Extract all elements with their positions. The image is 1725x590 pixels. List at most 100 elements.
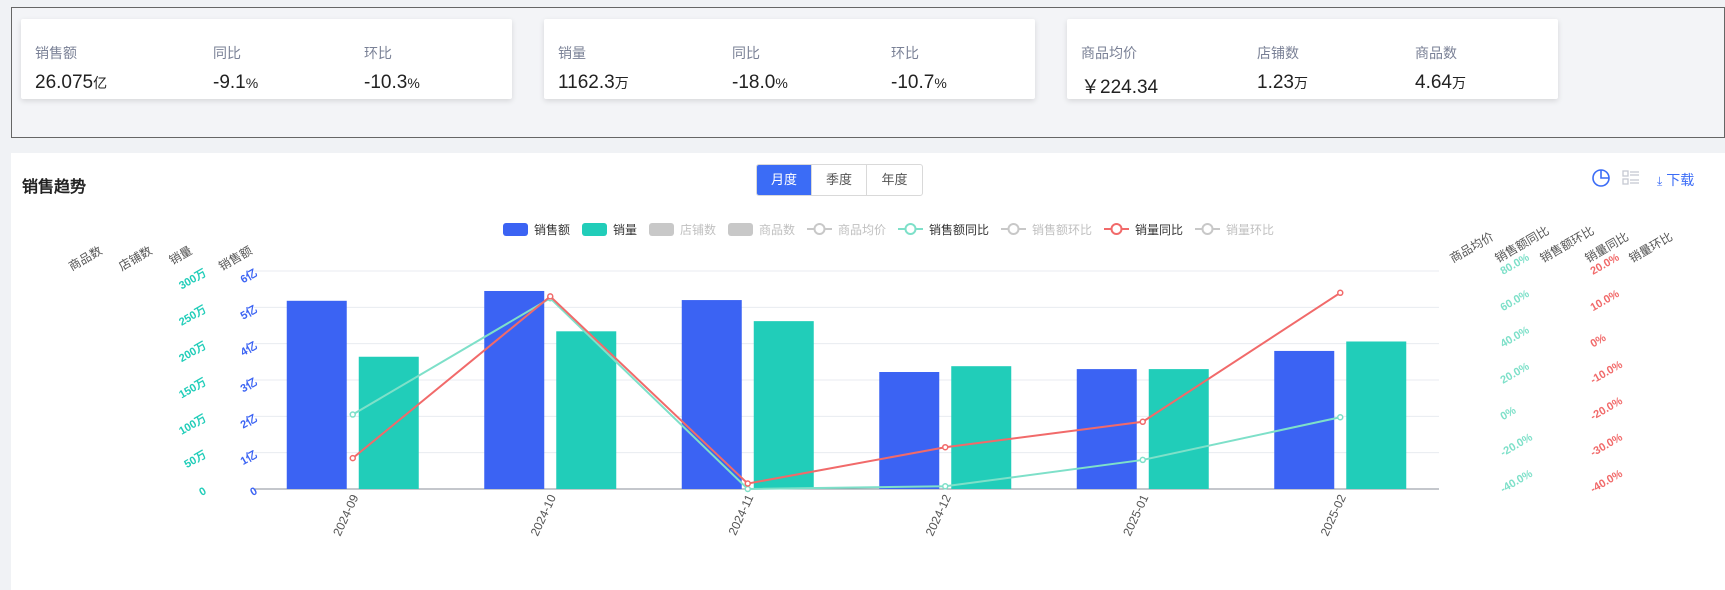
kpi-label: 同比 (732, 45, 760, 61)
line-point (942, 483, 949, 490)
y-axis-tick-label: -30.0% (1589, 431, 1625, 459)
kpi-label: 同比 (213, 45, 241, 61)
kpi-label: 店铺数 (1257, 45, 1299, 61)
legend-swatch (649, 223, 674, 236)
kpi-summary-area: 销售额 26.075亿 同比 -9.1% 环比 -10.3% 销量 1162.3… (11, 7, 1725, 138)
kpi-shop-count: 店铺数 1.23万 (1257, 43, 1308, 94)
y-axis-tick-label: 300万 (177, 266, 209, 292)
y-axis-tick-label: 6亿 (238, 265, 260, 286)
y-axis-tick-label: 0 (248, 485, 259, 498)
kpi-card-goods: 商品均价 ￥224.34 店铺数 1.23万 商品数 4.64万 (1067, 19, 1558, 99)
bar-sales (681, 300, 742, 489)
bar-volume (1148, 369, 1209, 489)
line-point (942, 443, 949, 451)
kpi-value: ￥224.34 (1081, 77, 1159, 98)
line-point (1337, 289, 1344, 297)
legend-label: 销售额环比 (1032, 222, 1092, 237)
y-axis-name: 商品数 (66, 243, 105, 274)
y-axis-tick-label: -40.0% (1499, 468, 1535, 496)
y-axis-name: 店铺数 (116, 243, 155, 274)
line-point (1337, 413, 1344, 421)
y-axis-tick-label: 4亿 (238, 338, 260, 359)
x-axis-tick-label: 2024-10 (528, 492, 559, 538)
kpi-sales-yoy: 同比 -9.1% (213, 43, 258, 94)
kpi-label: 销量 (558, 45, 586, 61)
y-axis-name: 销量 (167, 243, 195, 267)
y-axis-tick-label: 0 (197, 485, 208, 498)
bar-volume (358, 356, 419, 489)
line-point (1139, 456, 1146, 464)
y-axis-tick-label: 60.0% (1499, 288, 1532, 314)
y-axis-tick-label: 40.0% (1499, 324, 1532, 350)
y-axis-tick-label: 20.0% (1499, 361, 1532, 387)
y-axis-tick-label: -20.0% (1499, 431, 1535, 459)
y-axis-tick-label: -10.0% (1589, 359, 1625, 387)
y-axis-name: 商品均价 (1447, 229, 1496, 266)
legend-swatch (1201, 223, 1214, 235)
bar-sales (879, 372, 940, 489)
y-axis-tick-label: 5亿 (238, 302, 260, 323)
y-axis-tick-label: 2亿 (238, 411, 260, 432)
kpi-card-sales: 销售额 26.075亿 同比 -9.1% 环比 -10.3% (21, 19, 512, 99)
legend-label: 销售额 (534, 222, 570, 237)
bar-volume (1346, 341, 1407, 489)
kpi-label: 商品数 (1415, 45, 1457, 61)
kpi-volume: 销量 1162.3万 (558, 43, 629, 94)
kpi-goods-count: 商品数 4.64万 (1415, 43, 1466, 94)
kpi-value: 26.075亿 (35, 72, 108, 93)
kpi-sales-mom: 环比 -10.3% (364, 43, 420, 94)
kpi-value: 1162.3万 (558, 72, 629, 93)
legend-swatch (582, 223, 607, 236)
kpi-card-volume: 销量 1162.3万 同比 -18.0% 环比 -10.7% (544, 19, 1035, 99)
y-axis-tick-label: 200万 (177, 339, 209, 365)
line-point (349, 454, 356, 462)
y-axis-tick-label: 150万 (177, 375, 209, 401)
legend-label: 销量同比 (1135, 223, 1183, 237)
y-axis-tick-label: 250万 (177, 303, 209, 329)
legend-swatch (1110, 223, 1123, 235)
y-axis-tick-label: -20.0% (1589, 395, 1625, 423)
legend-swatch (813, 223, 826, 235)
bar-volume (556, 331, 617, 489)
kpi-volume-yoy: 同比 -18.0% (732, 43, 788, 94)
bar-volume (753, 321, 814, 489)
kpi-value: -10.7% (891, 72, 947, 93)
bar-volume (951, 366, 1012, 489)
y-axis-tick-label: 0% (1499, 404, 1519, 422)
y-axis-tick-label: 0% (1589, 332, 1609, 350)
y-axis-tick-label: -40.0% (1589, 468, 1625, 496)
y-axis-tick-label: 50万 (182, 448, 209, 471)
legend-swatch (904, 223, 917, 235)
x-axis-tick-label: 2024-11 (726, 492, 757, 537)
x-axis-tick-label: 2024-12 (923, 492, 954, 538)
x-axis-tick-label: 2025-01 (1120, 492, 1151, 538)
kpi-label: 销售额 (35, 45, 77, 61)
kpi-value: -9.1% (213, 72, 259, 93)
y-axis-tick-label: 100万 (177, 412, 209, 438)
x-axis-tick-label: 2025-02 (1318, 492, 1349, 538)
legend-label: 销量 (613, 223, 637, 237)
kpi-label: 环比 (891, 45, 919, 61)
legend-label: 商品数 (759, 222, 795, 237)
y-axis-tick-label: 3亿 (238, 374, 260, 395)
legend-label: 销量环比 (1226, 223, 1274, 237)
legend-swatch (503, 223, 528, 236)
y-axis-name: 销量环比 (1627, 229, 1676, 265)
line-point (1139, 418, 1146, 426)
line-point (744, 485, 751, 493)
y-axis-tick-label: 10.0% (1589, 288, 1622, 314)
kpi-value: 4.64万 (1415, 72, 1466, 93)
bar-sales (286, 300, 347, 489)
kpi-label: 商品均价 (1081, 45, 1137, 61)
sales-trend-chart: 0 50万 100万 150万 200万 250万 300万 0 1亿 2亿 3亿 4亿 5亿 6亿 -40… (66, 222, 1676, 538)
line-point (547, 293, 554, 300)
line-point (349, 411, 356, 418)
kpi-value: -18.0% (732, 72, 788, 93)
bar-sales (484, 290, 545, 489)
legend-swatch (728, 223, 753, 236)
x-axis-tick-label: 2024-09 (330, 492, 361, 538)
legend-label: 商品均价 (838, 222, 886, 237)
legend-label: 店铺数 (680, 222, 716, 237)
kpi-label: 环比 (364, 45, 392, 61)
line-point (744, 480, 751, 487)
